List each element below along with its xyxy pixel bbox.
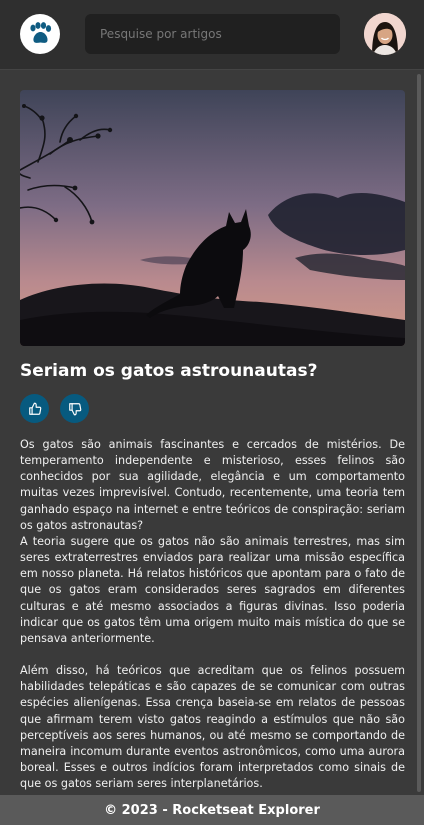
thumbs-up-icon <box>28 402 41 415</box>
user-avatar[interactable] <box>364 13 406 55</box>
search-input[interactable] <box>85 14 340 54</box>
cat-silhouette-sunset-image <box>20 90 405 346</box>
article-body: Os gatos são animais fascinantes e cerca… <box>20 437 405 792</box>
article-title: Seriam os gatos astrounautas? <box>20 361 318 381</box>
footer: © 2023 - Rocketseat Explorer <box>0 795 424 825</box>
like-button[interactable] <box>20 394 49 423</box>
thumbs-down-icon <box>68 402 81 415</box>
dislike-button[interactable] <box>60 394 89 423</box>
scrollbar[interactable] <box>417 74 421 792</box>
article-paragraph: Os gatos são animais fascinantes e cerca… <box>20 438 405 532</box>
top-bar <box>0 0 424 70</box>
article-paragraph: A teoria sugere que os gatos não são ani… <box>20 534 405 645</box>
paw-icon <box>30 22 52 43</box>
avatar-portrait-icon <box>364 13 406 55</box>
article-image <box>20 90 405 346</box>
article-content: Seriam os gatos astrounautas? Os gatos s… <box>0 71 424 795</box>
article-paragraph: Além disso, há teóricos que acreditam qu… <box>20 664 405 791</box>
logo[interactable] <box>20 14 60 54</box>
footer-copyright: © 2023 - Rocketseat Explorer <box>104 802 320 818</box>
